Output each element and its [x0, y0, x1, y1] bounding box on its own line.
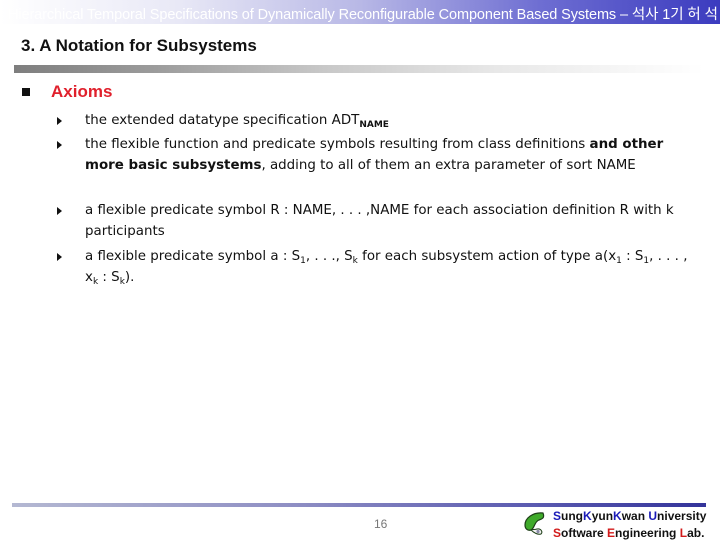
- bullet-text-run: for each subsystem action of type a(x: [357, 249, 617, 264]
- university-text-run: S: [553, 509, 562, 523]
- lab-text-run: E: [607, 526, 616, 540]
- university-text-run: K: [613, 509, 622, 523]
- bullet-text-run: , . . ., S: [305, 249, 353, 264]
- bullet-text-run: : S: [98, 270, 120, 285]
- triangle-bullet-icon: [57, 207, 62, 215]
- university-text-run: yun: [591, 509, 614, 523]
- bullet-text-run: the extended datatype specification ADT: [85, 113, 360, 128]
- bullet-text: the flexible function and predicate symb…: [85, 137, 663, 173]
- bullet-text-run: a flexible predicate symbol a : S: [85, 249, 301, 264]
- ginkgo-leaf-logo-icon: [524, 512, 545, 535]
- bullet-item: the extended datatype specification ADTN…: [57, 110, 695, 131]
- lab-text-run: ngineering: [615, 526, 680, 540]
- section-label: Axioms: [51, 82, 113, 101]
- footer-divider: [12, 503, 706, 507]
- triangle-bullet-icon: [57, 117, 62, 125]
- lab-text-run: oftware: [561, 526, 608, 540]
- bullet-text-run: : S: [621, 249, 644, 264]
- university-name: SungKyunKwan University: [553, 509, 706, 523]
- triangle-bullet-icon: [57, 253, 62, 261]
- university-text-run: wan: [621, 509, 649, 523]
- university-text-run: niversity: [657, 509, 707, 523]
- university-text-run: U: [648, 509, 658, 523]
- slide-title: 3. A Notation for Subsystems: [21, 36, 257, 55]
- bullet-text-run: a flexible predicate symbol R : NAME, . …: [85, 203, 674, 239]
- triangle-bullet-icon: [57, 141, 62, 149]
- page-number: 16: [374, 517, 388, 531]
- lab-text-run: L: [679, 526, 688, 540]
- university-text-run: K: [583, 509, 592, 523]
- title-divider: [14, 65, 704, 73]
- lab-text-run: S: [553, 526, 562, 540]
- bullet-text-run: the flexible function and predicate symb…: [85, 137, 590, 152]
- bullet-text-run: NAME: [359, 120, 389, 130]
- lab-text-run: ab.: [687, 526, 705, 540]
- bullet-text-run: ).: [124, 270, 135, 285]
- running-title: Hierarchical Temporal Specifications of …: [8, 7, 718, 23]
- bullet-text: the extended datatype specification ADTN…: [85, 113, 389, 130]
- bullet-text: a flexible predicate symbol R : NAME, . …: [85, 203, 674, 239]
- square-bullet-icon: [22, 88, 30, 96]
- bullet-item: a flexible predicate symbol a : S1, . . …: [57, 246, 695, 288]
- bullet-text: a flexible predicate symbol a : S1, . . …: [85, 249, 687, 287]
- bullet-text-run: , adding to all of them an extra paramet…: [261, 158, 636, 173]
- header-band: Hierarchical Temporal Specifications of …: [0, 0, 720, 24]
- university-text-run: ung: [561, 509, 584, 523]
- lab-name: Software Engineering Lab.: [553, 526, 704, 540]
- bullet-item: the flexible function and predicate symb…: [57, 134, 695, 176]
- bullet-item: a flexible predicate symbol R : NAME, . …: [57, 200, 695, 242]
